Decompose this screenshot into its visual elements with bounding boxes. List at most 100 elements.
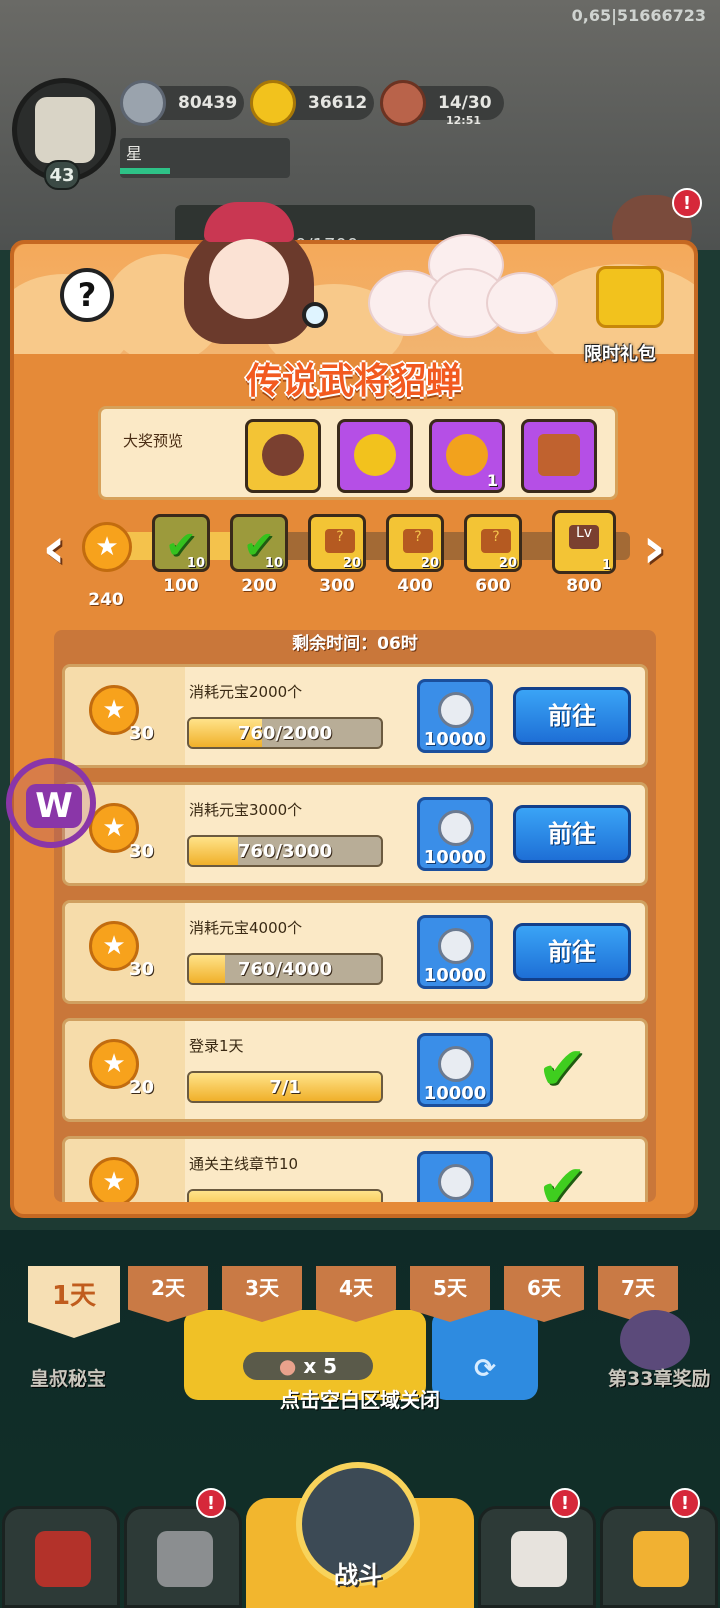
silver-reward[interactable]: 10000 — [417, 915, 493, 989]
milestone-label: 100 — [163, 576, 199, 596]
nav-pets[interactable] — [478, 1506, 596, 1608]
lion-chest-icon — [446, 434, 488, 476]
milestone-label: 300 — [319, 576, 355, 596]
mystery-chest-icon: ? — [481, 529, 511, 553]
task-progress-bar: 7/1 — [187, 1071, 383, 1103]
points-medal-icon: ★ — [82, 522, 132, 583]
gift-chest-icon — [596, 266, 664, 328]
mystery-chest-icon: ? — [403, 529, 433, 553]
meat-icon — [380, 80, 426, 126]
meat-icon: ● — [278, 1354, 297, 1378]
task-points: 30 — [129, 841, 155, 862]
silver-amount: 80439 — [178, 93, 238, 113]
nav-city[interactable] — [2, 1506, 120, 1608]
task-progress-bar: 760/4000 — [187, 953, 383, 985]
completed-check-icon: ✔ — [537, 1152, 588, 1202]
right-event-label[interactable]: 第33章奖励 — [608, 1364, 710, 1391]
milestone-400[interactable]: ? 20 — [386, 514, 444, 572]
prize-purple-chest[interactable] — [337, 419, 413, 493]
points-medal-icon: ★ — [89, 1157, 139, 1202]
task-progress-text: 760/2000 — [237, 723, 333, 744]
silver-coin-icon — [438, 1164, 474, 1200]
helmet-icon — [157, 1531, 213, 1587]
task-points: 30 — [129, 723, 155, 744]
gate-icon — [35, 1531, 91, 1587]
milestone-800[interactable]: Lv 1 — [552, 510, 616, 574]
task-progress-bar: 760/2000 — [187, 717, 383, 749]
battle-label: 战斗 — [334, 1561, 382, 1589]
silver-reward[interactable] — [417, 1151, 493, 1202]
task-desc: 通关主线章节10 — [189, 1155, 299, 1173]
chicken-icon — [511, 1531, 567, 1587]
reward-amount: 10000 — [423, 1083, 487, 1104]
diaochan-hero-portrait — [164, 184, 334, 354]
milestone-600[interactable]: ? 20 — [464, 514, 522, 572]
go-button[interactable]: 前往 — [513, 805, 631, 863]
alert-badge: ! — [672, 188, 702, 218]
prev-arrow-button[interactable]: ‹ — [34, 519, 74, 579]
milestone-100[interactable]: ✔ 10 — [152, 514, 210, 572]
task-desc: 消耗元宝3000个 — [189, 801, 303, 819]
gold-resource[interactable]: 36612 — [250, 80, 374, 126]
silver-reward[interactable]: 10000 — [417, 1033, 493, 1107]
coord-readout: 0,65|51666723 — [571, 6, 706, 25]
next-arrow-button[interactable]: › — [634, 519, 674, 579]
xp-bar — [120, 168, 170, 174]
grand-prize-preview: 大奖预览 1 — [98, 406, 618, 500]
help-button[interactable]: ? — [60, 268, 114, 322]
dialog-title: 传说武将貂蝉 — [245, 361, 462, 402]
task-row: ★ 20 登录1天 7/1 10000 ✔ — [62, 1018, 648, 1122]
task-desc: 消耗元宝4000个 — [189, 919, 303, 937]
stamina-cost: ● x 5 — [243, 1352, 373, 1380]
chapter-reward-icon[interactable] — [620, 1310, 690, 1370]
shop-icon — [633, 1531, 689, 1587]
nav-heroes[interactable] — [124, 1506, 242, 1608]
hero-upgrade-icon: Lv — [569, 525, 599, 549]
silver-coin-icon — [120, 80, 166, 126]
milestone-label: 600 — [475, 576, 511, 596]
task-progress-text: 760/4000 — [237, 959, 333, 980]
stamina-amount: 14/30 — [438, 93, 492, 113]
silver-reward[interactable]: 10000 — [417, 679, 493, 753]
nav-shop[interactable] — [600, 1506, 718, 1608]
task-row: ★ 30 消耗元宝3000个 760/3000 10000 前往 — [62, 782, 648, 886]
task-row: ★ 30 消耗元宝2000个 760/2000 10000 前往 — [62, 664, 648, 768]
silver-reward[interactable]: 10000 — [417, 797, 493, 871]
player-name: 星 — [126, 144, 143, 163]
current-points: 240 — [88, 590, 124, 610]
milestone-300[interactable]: ? 20 — [308, 514, 366, 572]
task-progress-text: 7/1 — [269, 1077, 301, 1098]
task-progress-bar — [187, 1189, 383, 1202]
mystery-chest-icon: ? — [325, 529, 355, 553]
preview-label: 大奖预览 — [122, 432, 183, 450]
prize-food-box[interactable] — [521, 419, 597, 493]
task-row: ★ 通关主线章节10 ✔ — [62, 1136, 648, 1202]
alert-badge: ! — [196, 1488, 226, 1518]
prize-lion-chest[interactable]: 1 — [429, 419, 505, 493]
left-event-label[interactable]: 皇叔秘宝 — [30, 1364, 106, 1391]
limited-gift-button[interactable] — [590, 256, 670, 336]
silver-coin-icon — [438, 1046, 474, 1082]
go-button[interactable]: 前往 — [513, 687, 631, 745]
bun-mascots — [368, 234, 558, 344]
go-button[interactable]: 前往 — [513, 923, 631, 981]
prize-hero-diaochan[interactable] — [245, 419, 321, 493]
purple-chest-icon — [354, 434, 396, 476]
alert-badge: ! — [550, 1488, 580, 1518]
gold-ingot-icon — [250, 80, 296, 126]
stamina-resource[interactable]: 14/30 12:51 — [380, 80, 504, 127]
remaining-time: 剩余时间：06时 — [292, 634, 418, 654]
silver-resource[interactable]: 80439 — [120, 80, 244, 126]
alert-badge: ! — [670, 1488, 700, 1518]
task-points: 30 — [129, 959, 155, 980]
completed-check-icon: ✔ — [537, 1034, 588, 1104]
silver-coin-icon — [438, 692, 474, 728]
silver-coin-icon — [438, 810, 474, 846]
task-desc: 消耗元宝2000个 — [189, 683, 303, 701]
gold-amount: 36612 — [308, 93, 368, 113]
silver-coin-icon — [438, 928, 474, 964]
magnifier-icon[interactable] — [302, 302, 328, 328]
milestone-200[interactable]: ✔ 10 — [230, 514, 288, 572]
prize-count: 1 — [486, 471, 498, 490]
task-panel[interactable]: 剩余时间：06时 ★ 30 消耗元宝2000个 760/2000 10000 前… — [54, 630, 656, 1202]
